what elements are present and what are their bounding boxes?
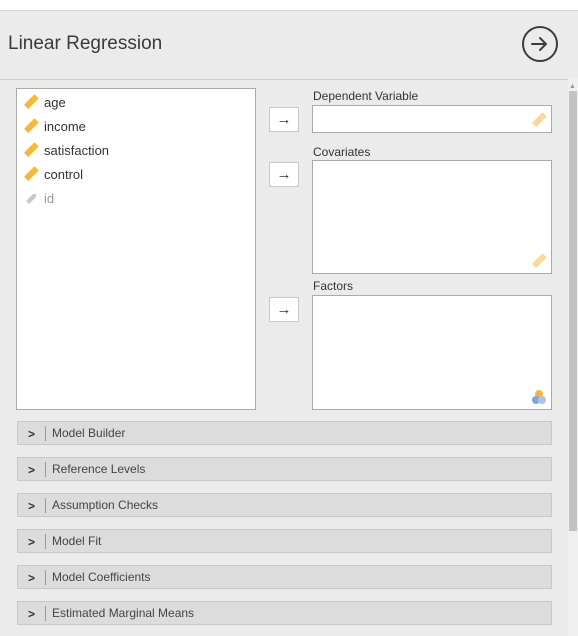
section-label: Reference Levels: [52, 462, 146, 476]
covariates-box[interactable]: [312, 160, 552, 274]
ruler-icon: [532, 112, 547, 127]
covariates-label: Covariates: [313, 145, 371, 159]
section-estimated-marginal-means[interactable]: > Estimated Marginal Means: [17, 601, 552, 625]
ruler-icon: [24, 118, 39, 133]
variable-satisfaction[interactable]: satisfaction: [23, 139, 109, 161]
ruler-icon: [532, 253, 547, 268]
variable-label: income: [44, 118, 86, 134]
variable-control[interactable]: control: [23, 163, 83, 185]
chevron-right-icon: >: [28, 499, 36, 513]
run-arrow-button[interactable]: [522, 26, 558, 62]
factor-circles-icon: [532, 390, 546, 404]
variable-id[interactable]: id: [23, 187, 54, 209]
chevron-right-icon: >: [28, 607, 36, 621]
variable-label: control: [44, 166, 84, 182]
variable-label: satisfaction: [44, 142, 110, 158]
chevron-right-icon: >: [28, 427, 36, 441]
section-label: Model Coefficients: [52, 570, 151, 584]
chevron-right-icon: >: [28, 571, 36, 585]
ruler-icon: [24, 94, 39, 109]
move-to-dependent-button[interactable]: →: [269, 107, 299, 132]
section-label: Estimated Marginal Means: [52, 606, 195, 620]
section-assumption-checks[interactable]: > Assumption Checks: [17, 493, 552, 517]
section-label: Assumption Checks: [52, 498, 159, 512]
section-model-fit[interactable]: > Model Fit: [17, 529, 552, 553]
move-to-factors-button[interactable]: →: [269, 297, 299, 322]
section-model-coefficients[interactable]: > Model Coefficients: [17, 565, 552, 589]
id-tag-icon: [26, 194, 36, 204]
variable-age[interactable]: age: [23, 91, 66, 113]
panel-header: Linear Regression: [0, 11, 578, 80]
chevron-right-icon: >: [28, 535, 36, 549]
section-reference-levels[interactable]: > Reference Levels: [17, 457, 552, 481]
dependent-variable-label: Dependent Variable: [313, 89, 419, 103]
arrow-right-icon: [531, 37, 547, 51]
scroll-up-icon[interactable]: ▲: [569, 83, 576, 90]
variable-label: age: [44, 94, 66, 110]
ruler-icon: [24, 142, 39, 157]
chevron-right-icon: >: [28, 463, 36, 477]
section-label: Model Fit: [52, 534, 102, 548]
factors-label: Factors: [313, 279, 354, 293]
variable-income[interactable]: income: [23, 115, 86, 137]
variable-list[interactable]: age income satisfaction control id: [16, 88, 256, 410]
dependent-variable-box[interactable]: [312, 105, 552, 133]
ruler-icon: [24, 166, 39, 181]
scrollbar-thumb[interactable]: [569, 91, 577, 531]
vertical-scrollbar[interactable]: ▲: [568, 79, 578, 636]
panel-title: Linear Regression: [8, 33, 163, 54]
analysis-panel: Linear Regression age income satisfactio…: [0, 10, 578, 636]
variable-label: id: [44, 190, 55, 206]
move-to-covariates-button[interactable]: →: [269, 162, 299, 187]
factors-box[interactable]: [312, 295, 552, 410]
section-label: Model Builder: [52, 426, 126, 440]
section-model-builder[interactable]: > Model Builder: [17, 421, 552, 445]
